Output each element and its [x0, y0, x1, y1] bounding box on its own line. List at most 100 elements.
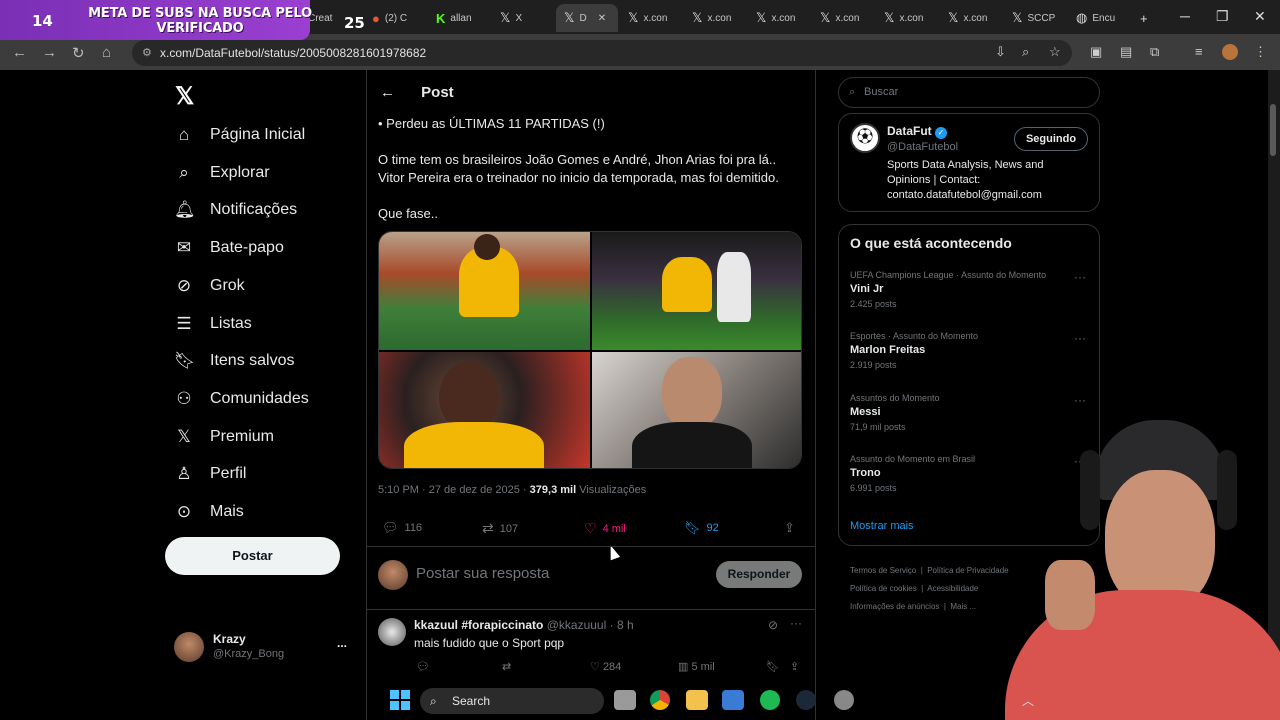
reply-icon[interactable]: 💬︎	[416, 660, 430, 673]
more-icon[interactable]: ···	[790, 616, 802, 630]
sidebar-item-notifications[interactable]: 🔔︎ Notificações	[174, 200, 297, 220]
browser-tab[interactable]: Kallan	[428, 4, 490, 32]
more-icon[interactable]: ···	[1074, 270, 1086, 284]
sidebar-item-more[interactable]: ⊙ Mais	[174, 502, 244, 522]
share-button[interactable]: ⇪	[784, 520, 795, 536]
tweet-timestamp[interactable]: 5:10 PM · 27 de dez de 2025 ·	[378, 484, 527, 496]
reload-icon[interactable]: ↻	[72, 44, 85, 62]
more-icon: ⊙	[176, 502, 192, 521]
sidebar-item-grok[interactable]: ⊘ Grok	[174, 276, 245, 296]
bookmark-button[interactable]: 🔖︎ 92	[684, 520, 719, 536]
menu-icon[interactable]: ⋮	[1254, 44, 1267, 60]
url-text: x.com/DataFutebol/status/200500828160197…	[160, 46, 427, 60]
zoom-icon[interactable]: ⌕	[1022, 44, 1029, 60]
sidebar-item-profile[interactable]: ♙ Perfil	[174, 464, 246, 484]
sidebar-item-home[interactable]: ⌂ Página Inicial	[174, 125, 305, 145]
more-icon[interactable]: ···	[1074, 393, 1086, 407]
home-icon: ⌂	[178, 125, 190, 144]
chrome-icon[interactable]	[650, 690, 670, 710]
taskbar-search[interactable]: ⌕ Search	[420, 688, 604, 714]
share-icon[interactable]: ⇪	[790, 660, 799, 673]
close-icon[interactable]: ✕	[598, 13, 606, 24]
trend-item[interactable]: Esportes · Assunto do Momento Marlon Fre…	[850, 331, 1090, 370]
app-icon[interactable]	[834, 690, 854, 710]
media-photo[interactable]	[379, 352, 590, 468]
browser-tab[interactable]: 𝕏x.con	[684, 4, 746, 32]
url-field[interactable]: ⚙ x.com/DataFutebol/status/2005008281601…	[132, 40, 1072, 66]
sidebar-item-communities[interactable]: ⚇ Comunidades	[174, 389, 308, 409]
extension-icon[interactable]: ▣	[1090, 44, 1102, 60]
file-explorer-icon[interactable]	[686, 690, 708, 710]
browser-tab-active[interactable]: 𝕏 D ✕	[556, 4, 618, 32]
sidebar-item-lists[interactable]: ☰ Listas	[174, 314, 251, 334]
views-button[interactable]: ▥ 5 mil	[678, 660, 715, 673]
maximize-icon[interactable]: ❐	[1216, 8, 1229, 25]
footer-link[interactable]: Termos de Serviço	[850, 566, 916, 575]
site-info-icon[interactable]: ⚙	[142, 40, 152, 66]
list-icon: ☰	[176, 314, 192, 333]
home-browser-icon[interactable]: ⌂	[102, 44, 111, 61]
repost-icon[interactable]: ⇄	[502, 660, 511, 673]
footer-link[interactable]: Informações de anúncios	[850, 602, 939, 611]
footer-link[interactable]: Política de cookies	[850, 584, 917, 593]
footer-link[interactable]: Mais ...	[950, 602, 976, 611]
back-icon[interactable]: ←	[12, 44, 27, 61]
sidebar-item-bookmarks[interactable]: 🔖︎ Itens salvos	[174, 351, 294, 371]
browser-tab[interactable]: ◍ Encu	[1068, 4, 1130, 32]
sidebar-item-explore[interactable]: ⌕ Explorar	[174, 163, 269, 183]
subs-goal-counter: 25	[344, 14, 365, 32]
profile-avatar[interactable]: ⚽︎	[850, 123, 880, 153]
browser-tab[interactable]: 𝕏x.con	[876, 4, 938, 32]
browser-tab[interactable]: 𝕏x.con	[812, 4, 874, 32]
profile-name[interactable]: DataFut	[887, 124, 932, 138]
forward-icon[interactable]: →	[42, 44, 57, 61]
steam-icon[interactable]	[796, 690, 816, 710]
task-view-icon[interactable]	[614, 690, 636, 710]
comment-author[interactable]: kkazuul #forapiccinato	[414, 618, 543, 632]
puzzle-icon[interactable]: ⧉	[1150, 44, 1159, 60]
media-photo[interactable]	[379, 232, 590, 350]
like-button[interactable]: ♡ 284	[590, 660, 621, 673]
media-photo[interactable]	[592, 352, 801, 468]
more-icon[interactable]: ···	[1074, 331, 1086, 345]
search-input[interactable]: ⌕ Buscar	[838, 77, 1100, 108]
bookmark-icon[interactable]: 🔖︎	[766, 660, 780, 673]
following-button[interactable]: Seguindo	[1014, 127, 1088, 151]
browser-tab[interactable]: 𝕏 SCCP	[1004, 4, 1066, 32]
profile-avatar-icon[interactable]	[1222, 44, 1238, 63]
install-icon[interactable]: ⇩	[995, 44, 1006, 60]
browser-tab[interactable]: 𝕏x.con	[748, 4, 810, 32]
new-tab-button[interactable]: +	[1132, 4, 1156, 32]
footer-link[interactable]: Acessibilidade	[927, 584, 978, 593]
reply-button[interactable]: 💬︎ 116	[382, 520, 422, 536]
back-arrow-icon[interactable]: ←	[380, 84, 395, 101]
trend-item[interactable]: UEFA Champions League · Assunto do Momen…	[850, 270, 1090, 309]
spotify-icon[interactable]	[760, 690, 780, 710]
close-window-icon[interactable]: ✕	[1254, 8, 1266, 25]
trend-category: Esportes · Assunto do Momento	[850, 331, 979, 341]
minimize-icon[interactable]: ─	[1180, 8, 1190, 24]
browser-tab[interactable]: ● (2) C	[364, 4, 426, 32]
media-photo[interactable]	[592, 232, 801, 350]
reply-input[interactable]: Postar sua resposta	[416, 565, 549, 582]
mail-icon: ✉	[176, 238, 192, 257]
sidebar-item-premium[interactable]: 𝕏 Premium	[174, 427, 274, 447]
browser-tab[interactable]: 𝕏x.con	[620, 4, 682, 32]
windows-start-icon[interactable]	[390, 690, 410, 710]
star-icon[interactable]: ☆	[1049, 44, 1061, 60]
media-icon[interactable]: ≡	[1195, 44, 1203, 59]
browser-tab[interactable]: 𝕏x.con	[940, 4, 1002, 32]
post-button[interactable]: Postar	[165, 537, 340, 575]
like-button[interactable]: ♡ 4 mil	[584, 520, 626, 537]
repost-button[interactable]: ⇄ 107	[482, 520, 518, 537]
grok-icon[interactable]: ⊘	[768, 618, 778, 632]
chevron-up-icon[interactable]: ︿	[1022, 692, 1034, 709]
extension-icon[interactable]: ▤	[1120, 44, 1132, 60]
sidebar-item-messages[interactable]: ✉ Bate-papo	[174, 238, 284, 258]
browser-tab[interactable]: 𝕏X	[492, 4, 554, 32]
x-logo-icon[interactable]: 𝕏	[175, 82, 194, 111]
reply-submit-button[interactable]: Responder	[716, 561, 802, 588]
store-icon[interactable]	[722, 690, 744, 710]
show-more-link[interactable]: Mostrar mais	[850, 520, 914, 532]
scrollbar-thumb[interactable]	[1270, 104, 1276, 156]
